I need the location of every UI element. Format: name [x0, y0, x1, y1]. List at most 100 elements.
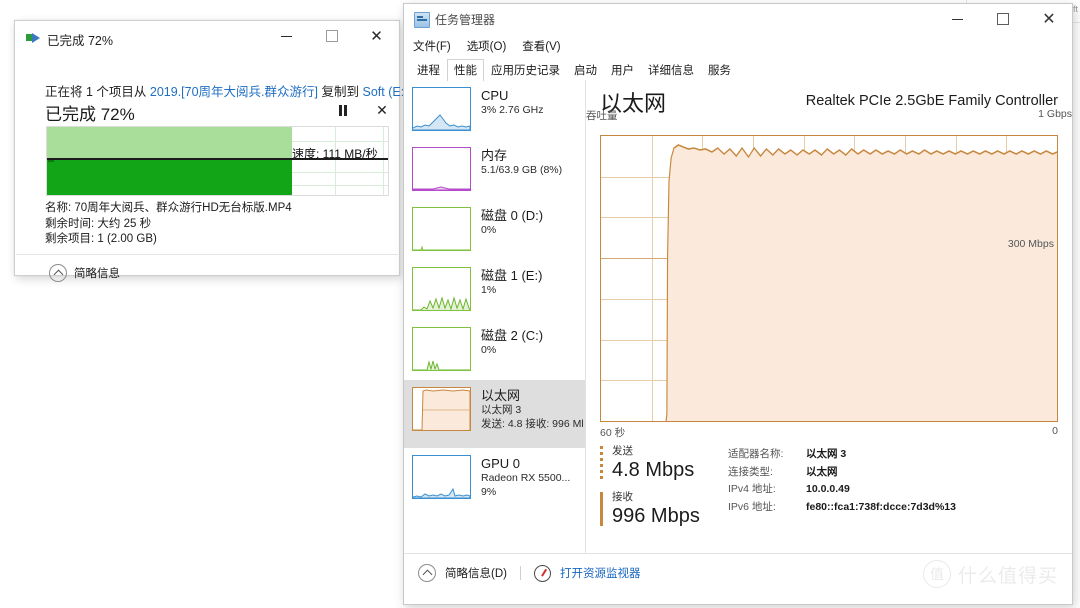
table-row: 适配器名称: 以太网 3 [728, 446, 956, 464]
ipv6-value: fe80::fca1:738f:dcce:7d3d%13 [806, 500, 956, 513]
copy-dialog-footer[interactable]: 简略信息 [49, 264, 120, 282]
sidebar-memory-detail: 5.1/63.9 GB (8%) [481, 164, 563, 176]
menu-item-view[interactable]: 查看(V) [522, 38, 560, 54]
sidebar-ethernet-name: 以太网 [481, 388, 521, 403]
sidebar-gpu0-detail: Radeon RX 5500... [481, 472, 571, 484]
ipv4-key: IPv4 地址: [728, 483, 776, 495]
fewer-details-label[interactable]: 简略信息(D) [445, 565, 507, 581]
adapter-model-label: Realtek PCIe 2.5GbE Family Controller [805, 93, 1058, 109]
throughput-area-path [665, 144, 1057, 421]
copy-dialog-divider [16, 254, 398, 255]
tab-users[interactable]: 用户 [604, 59, 641, 81]
task-manager-titlebar: 任务管理器 ✕ [404, 4, 1072, 34]
copy-file-icon [26, 32, 40, 43]
chart-y-axis-label: 吞吐量 [586, 110, 618, 122]
receive-stat: 接收 996 Mbps [600, 490, 720, 528]
task-manager-tabs: 进程 性能 应用历史记录 启动 用户 详细信息 服务 [404, 58, 1072, 81]
sidebar-item-ethernet[interactable]: 以太网 以太网 3 发送: 4.8 接收: 996 Ml [404, 380, 585, 448]
sidebar-item-memory[interactable]: 内存 5.1/63.9 GB (8%) [404, 140, 585, 200]
sidebar-ethernet-throughput: 发送: 4.8 接收: 996 Ml [481, 417, 584, 430]
copy-dialog-window-buttons: ✕ [264, 21, 399, 51]
sidebar-disk1-detail: 1% [481, 284, 497, 296]
tab-app-history[interactable]: 应用历史记录 [484, 59, 567, 81]
menu-item-options[interactable]: 选项(O) [467, 38, 507, 54]
network-throughput-values: 发送 4.8 Mbps 接收 996 Mbps [600, 444, 720, 528]
copy-dialog-minimize-button[interactable] [264, 21, 309, 51]
cpu-thumbnail-graph [412, 87, 471, 131]
performance-sidebar: CPU 3% 2.76 GHz 内存 5.1/63.9 GB (8%) 磁盘 0… [404, 80, 586, 554]
tab-services[interactable]: 服务 [701, 59, 738, 81]
copy-operation-prefix: 正在将 1 个项目从 [45, 85, 147, 99]
task-manager-minimize-button[interactable] [934, 4, 980, 34]
adapter-name-key: 适配器名称: [728, 448, 784, 460]
sidebar-item-gpu0[interactable]: GPU 0 Radeon RX 5500... 9% [404, 448, 585, 508]
connection-type-value: 以太网 [806, 465, 838, 478]
ipv6-key: IPv6 地址: [728, 500, 776, 513]
sidebar-item-disk1[interactable]: 磁盘 1 (E:) 1% [404, 260, 585, 320]
copy-dialog-maximize-button[interactable] [309, 21, 354, 51]
copy-detail-name: 名称: 70周年大阅兵、群众游行HD无台标版.MP4 [45, 202, 292, 214]
sidebar-disk1-name: 磁盘 1 (E:) [481, 268, 543, 283]
menu-item-file[interactable]: 文件(F) [413, 38, 451, 54]
copy-percent-label: 已完成 72% [45, 105, 135, 124]
disk2-thumbnail-graph [412, 327, 471, 371]
watermark: 值 什么值得买 [922, 560, 1058, 588]
task-manager-icon [414, 12, 430, 28]
desktop-background: ⌄ ⌃ ⚙ 搜索"Soft 已完成 72% ✕ 正在将 1 个项目从 2019.… [0, 0, 1080, 608]
watermark-badge: 值 [922, 560, 951, 588]
copy-cancel-button[interactable]: ✕ [372, 100, 392, 120]
connection-type-key: 连接类型: [728, 465, 773, 478]
sidebar-gpu0-name: GPU 0 [481, 456, 521, 471]
tab-details[interactable]: 详细信息 [641, 59, 701, 81]
receive-label: 接收 [612, 491, 633, 503]
sidebar-item-disk0[interactable]: 磁盘 0 (D:) 0% [404, 200, 585, 260]
table-row: IPv6 地址: fe80::fca1:738f:dcce:7d3d%13 [728, 499, 956, 517]
sidebar-disk0-name: 磁盘 0 (D:) [481, 208, 544, 223]
copy-dialog-title: 已完成 72% [47, 34, 113, 48]
chart-gridline-label: 300 Mbps [1007, 238, 1054, 250]
footer-divider [519, 566, 521, 580]
chart-x-left-label: 60 秒 [600, 427, 626, 439]
copy-speed-label: 速度: 111 MB/秒 [292, 147, 378, 161]
table-row: 连接类型: 以太网 [728, 464, 956, 482]
copy-destination-link[interactable]: Soft (E:) [362, 85, 408, 99]
sidebar-item-cpu[interactable]: CPU 3% 2.76 GHz [404, 80, 585, 140]
task-manager-body: CPU 3% 2.76 GHz 内存 5.1/63.9 GB (8%) 磁盘 0… [404, 80, 1072, 554]
tab-performance[interactable]: 性能 [447, 59, 484, 81]
performance-main-panel: 以太网 Realtek PCIe 2.5GbE Family Controlle… [586, 80, 1072, 554]
task-manager-title: 任务管理器 [435, 13, 496, 27]
gpu0-thumbnail-graph [412, 455, 471, 499]
chevron-up-icon[interactable] [418, 564, 436, 582]
copy-dialog-operation-text: 正在将 1 个项目从 2019.[70周年大阅兵.群众游行] 复制到 Soft … [45, 81, 408, 100]
sidebar-item-disk2[interactable]: 磁盘 2 (C:) 0% [404, 320, 585, 380]
sidebar-disk0-detail: 0% [481, 224, 497, 236]
copy-pause-button[interactable] [333, 100, 353, 120]
copy-source-link[interactable]: 2019.[70周年大阅兵.群众游行] [150, 85, 318, 99]
tab-startup[interactable]: 启动 [567, 59, 604, 81]
copy-dialog-close-button[interactable]: ✕ [354, 21, 399, 51]
ipv4-value: 10.0.0.49 [806, 483, 850, 495]
send-label: 发送 [612, 445, 633, 457]
performance-header: 以太网 Realtek PCIe 2.5GbE Family Controlle… [600, 90, 1058, 120]
resource-monitor-icon [533, 564, 551, 582]
task-manager-menubar: 文件(F) 选项(O) 查看(V) [404, 34, 1072, 58]
task-manager-window: 任务管理器 ✕ 文件(F) 选项(O) 查看(V) 进程 性能 应用历史记录 启… [403, 3, 1073, 605]
table-row: IPv4 地址: 10.0.0.49 [728, 481, 956, 499]
copy-fewer-details-label: 简略信息 [74, 268, 120, 280]
task-manager-maximize-button[interactable] [980, 4, 1026, 34]
adapter-info-table: 适配器名称: 以太网 3 连接类型: 以太网 IPv4 地址: 10.0.0.4… [728, 446, 956, 516]
disk0-thumbnail-graph [412, 207, 471, 251]
ethernet-thumbnail-graph [412, 387, 471, 431]
disk1-thumbnail-graph [412, 267, 471, 311]
sidebar-gpu0-usage: 9% [481, 485, 497, 498]
memory-thumbnail-graph [412, 147, 471, 191]
send-stat: 发送 4.8 Mbps [600, 444, 720, 482]
sidebar-cpu-name: CPU [481, 88, 509, 103]
throughput-chart-plot [600, 135, 1058, 422]
task-manager-close-button[interactable]: ✕ [1026, 4, 1072, 34]
open-resource-monitor-link[interactable]: 打开资源监视器 [560, 565, 641, 581]
adapter-name-value: 以太网 3 [806, 448, 847, 460]
watermark-text: 什么值得买 [957, 565, 1058, 587]
sidebar-memory-name: 内存 [481, 148, 508, 163]
tab-processes[interactable]: 进程 [410, 59, 447, 81]
